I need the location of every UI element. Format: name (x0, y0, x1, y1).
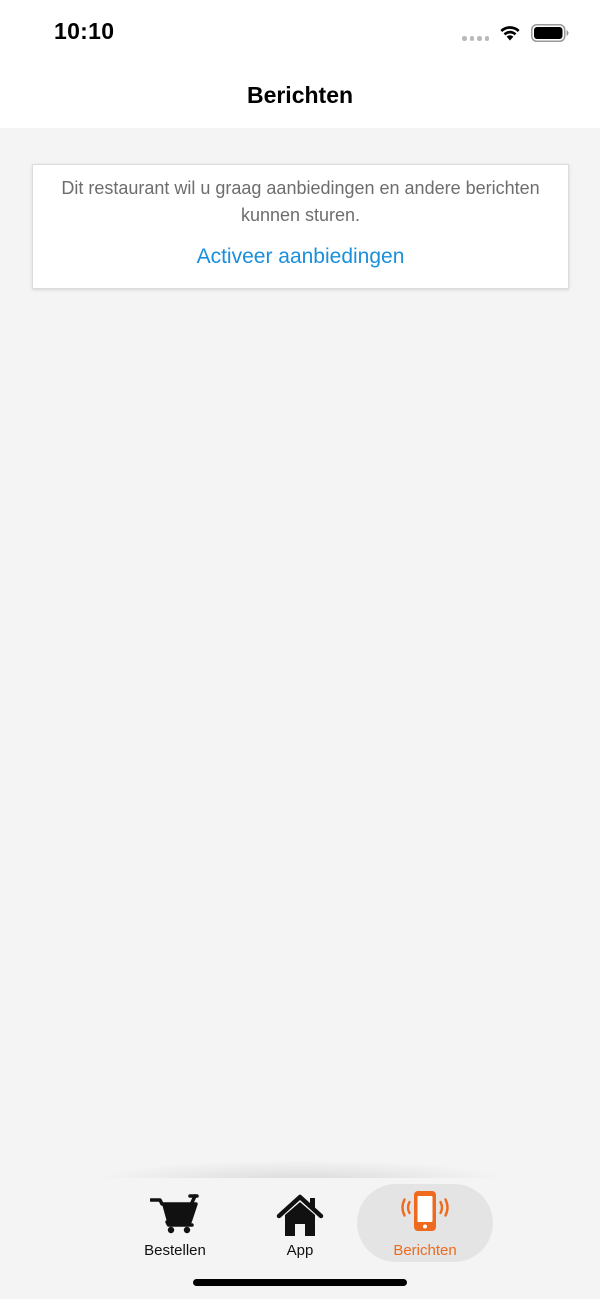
navigation-bar: Berichten (0, 64, 600, 128)
activate-offers-button[interactable]: Activeer aanbiedingen (33, 245, 568, 269)
tab-berichten[interactable]: Berichten (357, 1184, 493, 1262)
home-icon (276, 1194, 324, 1236)
phone-vibrate-icon (401, 1191, 449, 1231)
promo-card: Dit restaurant wil u graag aanbiedingen … (32, 164, 569, 289)
tab-label-app: App (286, 1242, 314, 1259)
messages-content: Dit restaurant wil u graag aanbiedingen … (0, 128, 600, 1178)
page-title: Berichten (246, 82, 354, 108)
home-indicator (193, 1279, 407, 1286)
tab-app[interactable]: App (232, 1184, 368, 1262)
wifi-icon (500, 26, 520, 41)
tab-bar-shadow (90, 1160, 510, 1180)
tab-label-berichten: Berichten (393, 1242, 457, 1259)
tab-label-bestellen: Bestellen (144, 1242, 206, 1259)
signal-dots-icon (462, 36, 489, 41)
battery-icon (531, 24, 569, 42)
status-time: 10:10 (54, 18, 115, 44)
tab-bestellen[interactable]: Bestellen (107, 1184, 243, 1262)
promo-message: Dit restaurant wil u graag aanbiedingen … (61, 178, 540, 225)
status-bar: 10:10 (0, 0, 600, 64)
cart-icon (150, 1194, 199, 1234)
